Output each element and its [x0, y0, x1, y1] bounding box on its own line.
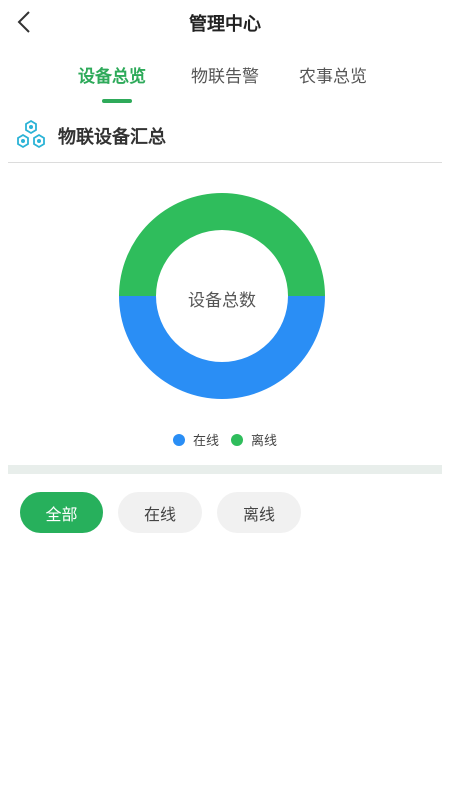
filter-offline-button[interactable]: 离线: [217, 492, 301, 533]
device-donut-chart: 设备总数: [116, 190, 328, 402]
status-filter-group: 全部 在线 离线: [20, 492, 316, 533]
tab-bar: 设备总览 物联告警 农事总览: [0, 62, 450, 106]
top-bar: 管理中心: [0, 0, 450, 44]
legend-label-online: 在线: [192, 434, 219, 449]
active-tab-indicator: [102, 99, 132, 103]
legend-dot-online: [172, 433, 185, 446]
section-title: 物联设备汇总: [58, 127, 166, 148]
donut-center-label: 设备总数: [188, 291, 256, 311]
legend-item-online[interactable]: 在线: [172, 430, 219, 449]
tab-device-overview[interactable]: 设备总览: [78, 62, 146, 87]
chart-legend: 在线 离线: [0, 430, 450, 449]
legend-dot-offline: [231, 433, 243, 446]
section-separator: [8, 465, 442, 474]
hexagon-cluster-icon: [17, 119, 45, 149]
filter-all-button[interactable]: 全部: [20, 492, 103, 533]
tab-iot-alarm[interactable]: 物联告警: [191, 62, 259, 87]
section-header: 物联设备汇总: [14, 118, 166, 154]
legend-label-offline: 离线: [251, 434, 278, 449]
donut-slice-online[interactable]: [119, 296, 325, 399]
divider: [8, 162, 442, 163]
donut-slice-offline[interactable]: [119, 193, 325, 296]
page-title: 管理中心: [189, 14, 261, 35]
filter-online-button[interactable]: 在线: [118, 492, 202, 533]
legend-item-offline[interactable]: 离线: [231, 430, 277, 449]
tab-farming-overview[interactable]: 农事总览: [299, 62, 367, 87]
